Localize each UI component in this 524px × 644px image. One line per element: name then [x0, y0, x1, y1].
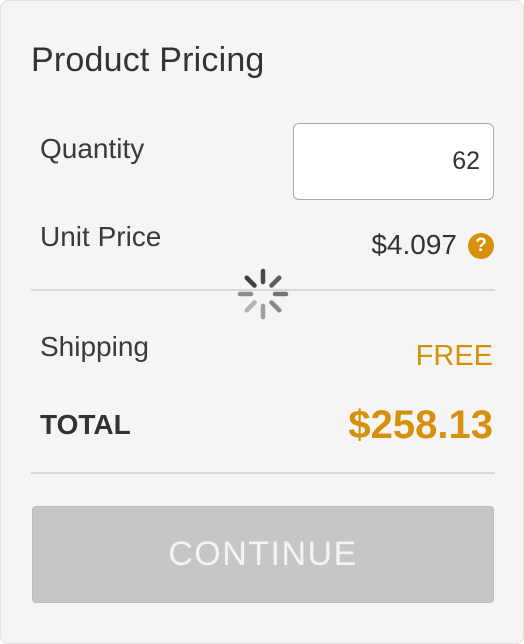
unit-price-label: Unit Price — [40, 221, 162, 252]
page-title: Product Pricing — [31, 41, 265, 79]
question-circle-icon[interactable]: ? — [468, 233, 494, 259]
shipping-value: FREE — [415, 340, 493, 372]
total-label: TOTAL — [40, 409, 131, 440]
shipping-label: Shipping — [40, 331, 149, 362]
total-value: $258.13 — [348, 403, 493, 447]
quantity-label: Quantity — [40, 133, 145, 164]
spinner-icon — [237, 268, 289, 320]
unit-price-value: $4.097 — [371, 229, 457, 260]
product-pricing-panel: Product Pricing Quantity Unit Price $4.0… — [0, 0, 524, 644]
divider — [31, 472, 495, 474]
quantity-input[interactable] — [293, 123, 494, 200]
continue-button[interactable]: CONTINUE — [32, 506, 494, 603]
